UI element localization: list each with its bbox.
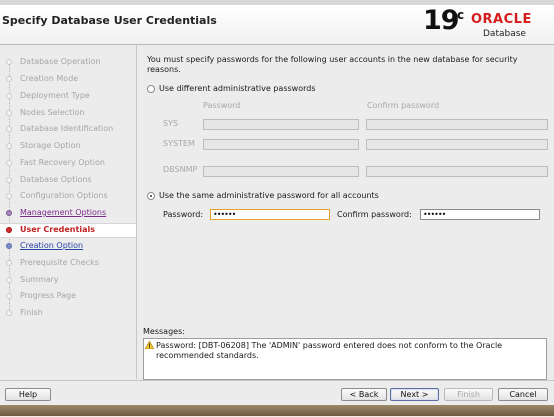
step-prerequisite-checks: Prerequisite Checks <box>0 257 136 271</box>
system-confirm-field[interactable] <box>366 139 548 150</box>
step-dot-icon <box>6 277 12 283</box>
confirm-password-input[interactable]: •••••• <box>420 209 540 220</box>
step-configuration-options: Configuration Options <box>0 190 136 204</box>
step-dot-icon <box>6 177 12 183</box>
step-summary: Summary <box>0 274 136 288</box>
confirm-password-label: Confirm password: <box>337 210 412 219</box>
password-label: Password: <box>163 210 204 219</box>
current-step-icon <box>6 227 12 233</box>
confirm-column-header: Confirm password <box>367 101 440 110</box>
dbsnmp-password-field[interactable] <box>203 166 359 177</box>
password-column-header: Password <box>203 101 241 110</box>
sys-label: SYS <box>163 119 179 128</box>
step-dot-icon <box>6 110 12 116</box>
sys-password-field[interactable] <box>203 119 359 130</box>
warning-icon <box>145 341 154 349</box>
radio-different-passwords[interactable] <box>147 85 155 93</box>
step-dot-icon <box>6 293 12 299</box>
product-name: Database <box>483 29 526 39</box>
confirm-password-input-value: •••••• <box>423 210 446 219</box>
back-button[interactable]: < Back <box>341 388 387 401</box>
finish-button: Finish <box>444 388 493 401</box>
system-label: SYSTEM <box>163 139 195 148</box>
step-dot-icon <box>6 310 12 316</box>
help-button[interactable]: Help <box>5 388 51 401</box>
step-dot-icon <box>6 126 12 132</box>
step-dot-icon <box>6 143 12 149</box>
step-finish: Finish <box>0 307 136 321</box>
message-text-line2: recommended standards. <box>156 351 259 360</box>
intro-text-line2: reasons. <box>147 65 181 74</box>
different-passwords-label[interactable]: Use different administrative passwords <box>159 84 316 93</box>
intro-text-line1: You must specify passwords for the follo… <box>147 55 518 64</box>
step-database-options: Database Options <box>0 174 136 188</box>
step-fast-recovery-option: Fast Recovery Option <box>0 157 136 171</box>
step-nodes-selection: Nodes Selection <box>0 107 136 121</box>
step-database-operation: Database Operation <box>0 56 136 70</box>
step-deployment-type: Deployment Type <box>0 90 136 104</box>
messages-label: Messages: <box>143 327 185 336</box>
step-storage-option: Storage Option <box>0 140 136 154</box>
password-input-value: •••••• <box>213 210 236 219</box>
step-dot-icon <box>6 193 12 199</box>
version-number: 19 <box>423 5 460 36</box>
dbsnmp-confirm-field[interactable] <box>366 166 548 177</box>
dbsnmp-label: DBSNMP <box>163 165 198 174</box>
step-dot-icon <box>6 160 12 166</box>
step-dot-icon <box>6 59 12 65</box>
page-title: Specify Database User Credentials <box>2 14 217 27</box>
step-creation-option[interactable]: Creation Option <box>0 240 136 254</box>
radio-same-password[interactable] <box>147 192 155 200</box>
step-dot-icon <box>6 243 12 249</box>
step-database-identification: Database Identification <box>0 123 136 137</box>
step-user-credentials: User Credentials <box>0 223 136 238</box>
next-button[interactable]: Next > <box>390 388 439 401</box>
step-management-options[interactable]: Management Options <box>0 207 136 221</box>
step-dot-icon <box>6 260 12 266</box>
step-dot-icon <box>6 93 12 99</box>
desktop-background-strip <box>0 405 554 416</box>
step-dot-icon <box>6 76 12 82</box>
step-progress-page: Progress Page <box>0 290 136 304</box>
message-text-line1: Password: [DBT-06208] The 'ADMIN' passwo… <box>156 341 503 350</box>
sys-confirm-field[interactable] <box>366 119 548 130</box>
same-password-label[interactable]: Use the same administrative password for… <box>159 191 379 200</box>
cancel-button[interactable]: Cancel <box>498 388 548 401</box>
system-password-field[interactable] <box>203 139 359 150</box>
oracle-logo: ORACLE <box>471 12 532 27</box>
version-suffix: c <box>457 8 465 22</box>
step-dot-icon <box>6 210 12 216</box>
password-input[interactable]: •••••• <box>210 209 330 220</box>
step-creation-mode: Creation Mode <box>0 73 136 87</box>
